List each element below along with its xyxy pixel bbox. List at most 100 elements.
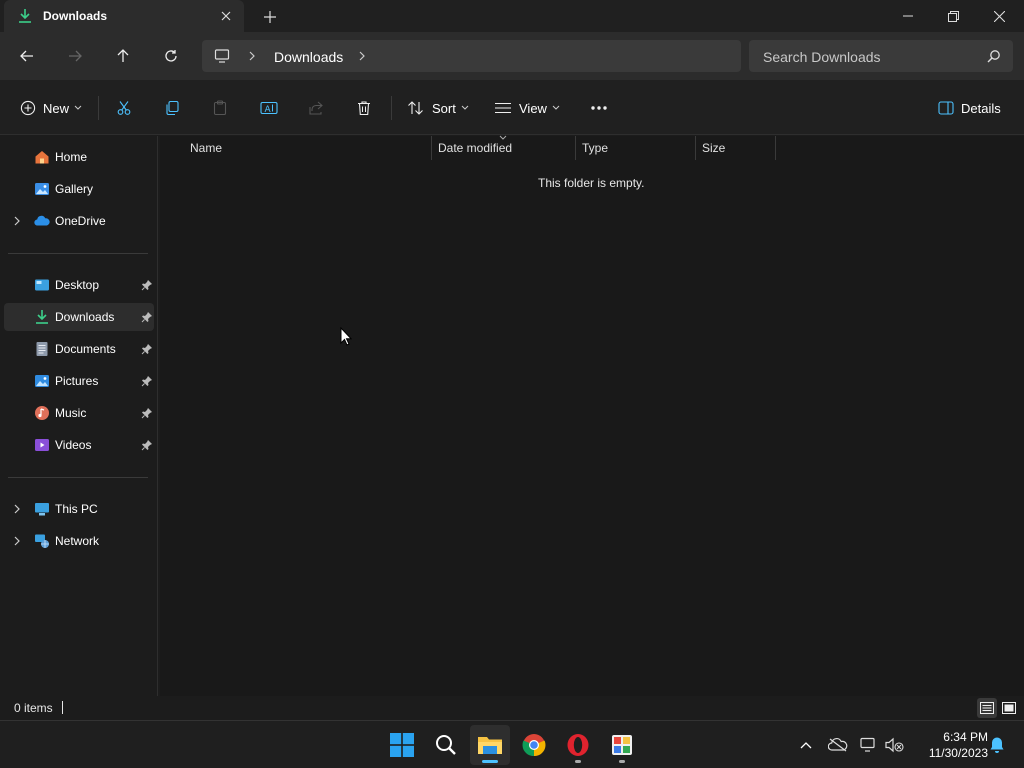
- pictures-icon: [34, 373, 50, 389]
- copy-button[interactable]: [164, 96, 180, 120]
- breadcrumb-downloads[interactable]: Downloads: [274, 49, 343, 65]
- taskbar-chrome[interactable]: [514, 725, 554, 765]
- rename-icon: A: [260, 100, 278, 116]
- status-bar: 0 items: [0, 696, 1024, 720]
- taskbar-paint[interactable]: [602, 725, 642, 765]
- expand-chevron-icon[interactable]: [12, 215, 22, 227]
- sort-icon: [407, 100, 425, 116]
- clock[interactable]: 6:34 PM 11/30/2023: [912, 729, 988, 761]
- computer-icon[interactable]: [214, 48, 230, 64]
- sidebar-item-this-pc[interactable]: This PC: [4, 495, 154, 523]
- paste-button[interactable]: [212, 96, 228, 120]
- new-icon: [20, 100, 36, 116]
- sidebar-item-documents[interactable]: Documents: [4, 335, 154, 363]
- pin-icon: [141, 343, 153, 355]
- taskbar-search-button[interactable]: [426, 725, 466, 765]
- restore-button[interactable]: [930, 0, 976, 32]
- desktop-icon: [34, 277, 50, 293]
- sidebar-item-pictures[interactable]: Pictures: [4, 367, 154, 395]
- paint-icon: [610, 733, 634, 757]
- search-input[interactable]: Search Downloads: [763, 49, 881, 65]
- sidebar-item-label: Downloads: [55, 310, 115, 324]
- search-box[interactable]: Search Downloads: [749, 40, 1013, 72]
- view-label: View: [519, 100, 547, 116]
- mouse-cursor-icon: [340, 327, 352, 346]
- command-separator: [391, 96, 392, 120]
- forward-button[interactable]: [63, 44, 87, 68]
- network-tray-button[interactable]: [859, 735, 879, 755]
- tiles-view-toggle[interactable]: [999, 698, 1019, 718]
- pin-icon: [141, 311, 153, 323]
- more-options-button[interactable]: [590, 96, 608, 120]
- cut-button[interactable]: [116, 96, 132, 120]
- details-view-toggle[interactable]: [977, 698, 997, 718]
- sidebar-item-videos[interactable]: Videos: [4, 431, 154, 459]
- taskbar-opera[interactable]: [558, 725, 598, 765]
- column-divider[interactable]: [575, 136, 576, 160]
- rename-button[interactable]: A: [260, 96, 278, 120]
- sort-indicator-icon: [499, 135, 507, 140]
- share-icon: [308, 100, 324, 116]
- onedrive-tray-button[interactable]: [828, 735, 848, 755]
- clock-time: 6:34 PM: [943, 730, 988, 744]
- onedrive-offline-icon: [828, 737, 848, 753]
- sidebar-item-label: Music: [55, 406, 87, 420]
- sidebar-item-label: Videos: [55, 438, 92, 452]
- sort-label: Sort: [432, 100, 456, 116]
- chrome-icon: [522, 733, 546, 757]
- close-button[interactable]: [976, 0, 1022, 32]
- column-divider[interactable]: [695, 136, 696, 160]
- gallery-icon: [34, 181, 50, 197]
- details-pane-button[interactable]: Details: [938, 96, 1001, 120]
- expand-chevron-icon[interactable]: [12, 535, 22, 547]
- music-icon: [34, 405, 50, 421]
- taskbar: 6:34 PM 11/30/2023: [0, 720, 1024, 768]
- expand-chevron-icon[interactable]: [12, 503, 22, 515]
- tab-close-icon[interactable]: [218, 8, 234, 24]
- sidebar-item-home[interactable]: Home: [4, 143, 154, 171]
- column-header-name[interactable]: Name: [190, 136, 222, 160]
- back-button[interactable]: [15, 44, 39, 68]
- sort-button[interactable]: Sort: [407, 96, 469, 120]
- sidebar-item-label: Gallery: [55, 182, 94, 196]
- view-icon: [494, 100, 512, 116]
- column-divider[interactable]: [775, 136, 776, 160]
- sidebar-item-onedrive[interactable]: OneDrive: [4, 207, 154, 235]
- sidebar-item-music[interactable]: Music: [4, 399, 154, 427]
- column-divider[interactable]: [431, 136, 432, 160]
- up-button[interactable]: [111, 44, 135, 68]
- breadcrumb-chevron-icon[interactable]: [247, 50, 257, 62]
- share-button[interactable]: [308, 96, 324, 120]
- sidebar-item-desktop[interactable]: Desktop: [4, 271, 154, 299]
- onedrive-icon: [34, 213, 50, 229]
- sidebar-item-network[interactable]: Network: [4, 527, 154, 555]
- minimize-button[interactable]: [885, 0, 931, 32]
- breadcrumb-chevron-icon[interactable]: [357, 50, 367, 62]
- notifications-button[interactable]: [987, 735, 1007, 755]
- pin-icon: [141, 375, 153, 387]
- file-explorer-icon: [477, 734, 503, 756]
- address-bar[interactable]: Downloads: [202, 40, 741, 72]
- this-pc-icon: [34, 501, 50, 517]
- cut-icon: [116, 100, 132, 116]
- column-header-size[interactable]: Size: [702, 136, 725, 160]
- refresh-button[interactable]: [159, 44, 183, 68]
- volume-tray-button[interactable]: [885, 735, 905, 755]
- sidebar-item-downloads[interactable]: Downloads: [4, 303, 154, 331]
- file-list-area[interactable]: Name Date modified Type Size This folder…: [160, 135, 1024, 696]
- new-button[interactable]: New: [20, 96, 82, 120]
- sidebar-item-gallery[interactable]: Gallery: [4, 175, 154, 203]
- view-button[interactable]: View: [494, 96, 560, 120]
- tab-downloads[interactable]: Downloads: [4, 0, 244, 32]
- taskbar-start-button[interactable]: [382, 725, 422, 765]
- copy-icon: [164, 100, 180, 116]
- command-bar: New A Sort View Details: [0, 80, 1024, 135]
- delete-button[interactable]: [356, 96, 372, 120]
- sidebar-item-label: Network: [55, 534, 100, 548]
- tab-label: Downloads: [43, 9, 108, 23]
- show-hidden-icons-button[interactable]: [796, 735, 816, 755]
- new-tab-button[interactable]: [260, 7, 280, 27]
- pin-icon: [141, 279, 153, 291]
- taskbar-file-explorer[interactable]: [470, 725, 510, 765]
- column-header-type[interactable]: Type: [582, 136, 608, 160]
